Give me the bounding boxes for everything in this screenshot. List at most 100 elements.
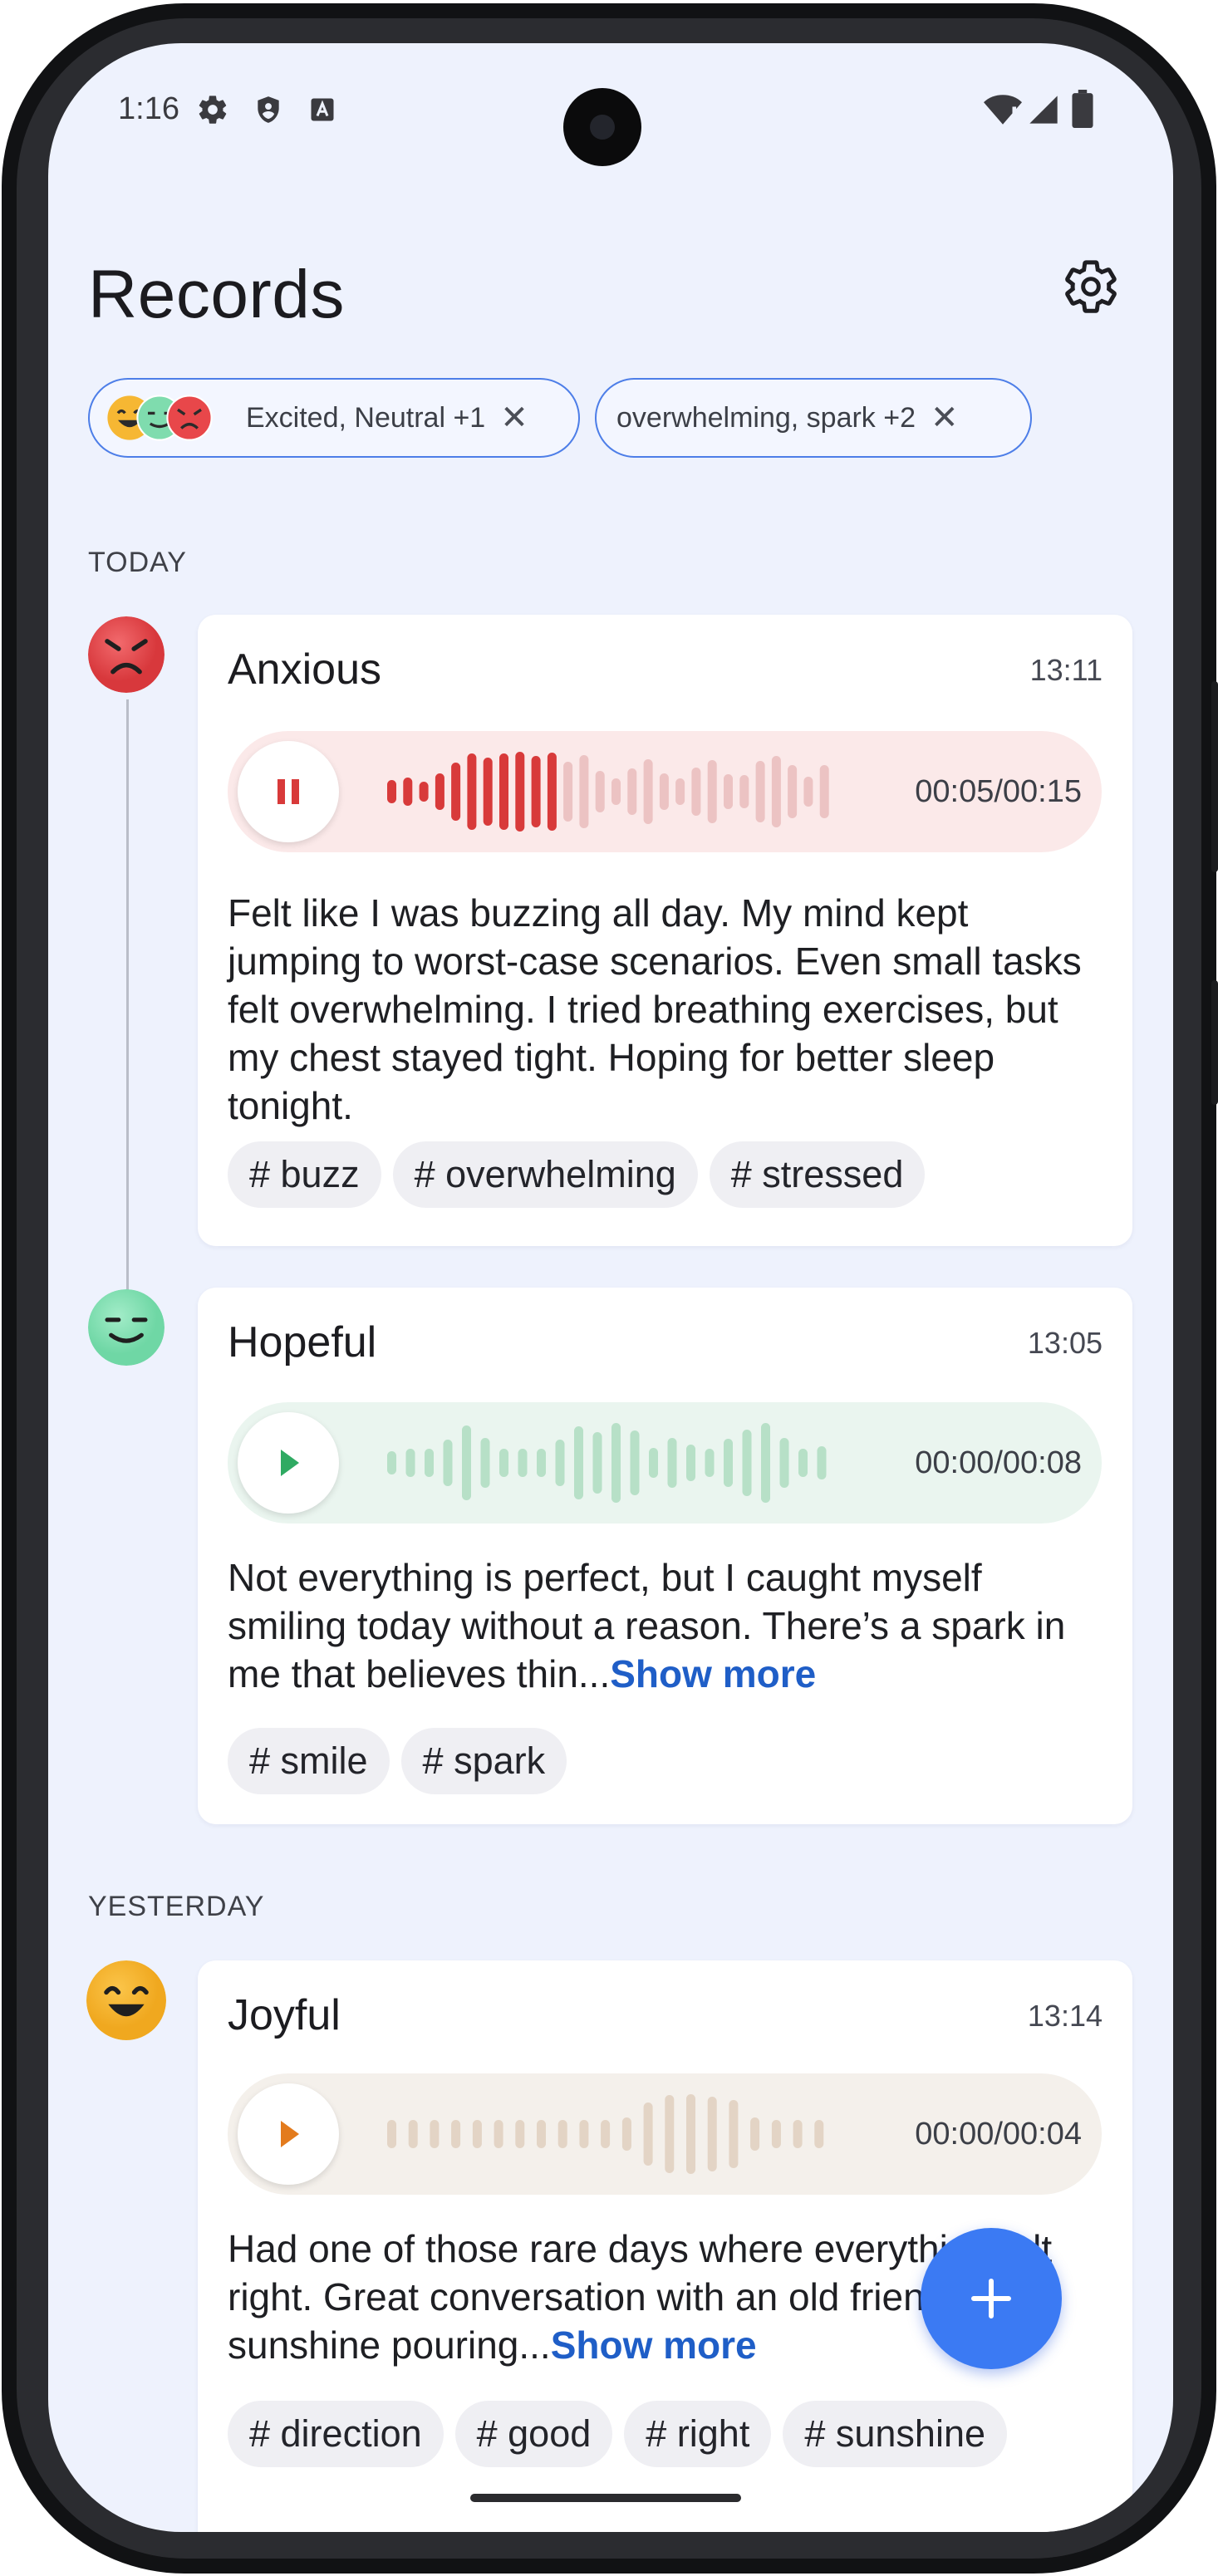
waveform-bar <box>547 753 557 831</box>
waveform-bar <box>405 1449 415 1477</box>
audio-player: 00:00/00:08 <box>228 1402 1102 1524</box>
section-yesterday-label: YESTERDAY <box>88 1891 265 1922</box>
waveform-bar <box>798 1449 808 1477</box>
waveform-bar <box>480 1438 490 1488</box>
record-text: Not everything is perfect, but I caught … <box>228 1553 1102 1698</box>
waveform-bar <box>515 752 525 832</box>
waveform-bar <box>675 778 685 805</box>
record-text-content: Felt like I was buzzing all day. My mind… <box>228 891 1082 1127</box>
waveform-bar <box>451 2120 461 2148</box>
waveform-bar <box>494 2120 503 2148</box>
volume-button <box>1211 681 1218 872</box>
playback-duration: 00:00/00:08 <box>915 1445 1082 1480</box>
play-icon <box>281 1450 299 1476</box>
waveform-bar <box>579 755 589 828</box>
waveform-bar <box>761 1423 770 1503</box>
waveform-bar <box>387 780 396 803</box>
add-record-button[interactable] <box>921 2228 1062 2369</box>
waveform-bar <box>643 2103 653 2166</box>
waveform-bar <box>595 771 605 812</box>
tag-chip[interactable]: # buzz <box>228 1141 381 1208</box>
record-card[interactable]: Hopeful 13:05 00:00/00:08 Not everything… <box>198 1288 1132 1824</box>
play-button[interactable] <box>238 1412 339 1514</box>
waveform-bar <box>779 1438 789 1488</box>
waveform-bar <box>537 2120 546 2148</box>
shield-icon <box>258 96 279 123</box>
pause-button[interactable] <box>238 741 339 842</box>
waveform-bar <box>557 2120 567 2148</box>
status-bar: 1:16 <box>48 43 1173 184</box>
record-mood-title: Joyful <box>228 1991 341 2039</box>
waveform-bar <box>803 777 813 807</box>
playback-duration: 00:05/00:15 <box>915 774 1082 809</box>
waveform-bar <box>425 1449 434 1477</box>
audio-player: 00:05/00:15 <box>228 731 1102 852</box>
signal-icon <box>1029 96 1058 124</box>
waveform-bar <box>707 2097 717 2171</box>
tag-chip[interactable]: # right <box>624 2401 772 2467</box>
mood-filter-label: Excited, Neutral +1 <box>246 401 486 434</box>
record-text: Felt like I was buzzing all day. My mind… <box>228 889 1102 1130</box>
waveform-bar <box>472 2120 482 2148</box>
waveform-bar <box>408 2120 418 2148</box>
waveform-bar <box>462 1425 471 1500</box>
mood-filter-chip[interactable]: Excited, Neutral +1 ✕ <box>88 378 580 458</box>
waveform-bar <box>387 1451 396 1474</box>
waveform-bar <box>742 1430 752 1496</box>
play-button[interactable] <box>238 2083 339 2185</box>
timeline-connector <box>126 699 129 1347</box>
playback-duration: 00:00/00:04 <box>915 2117 1082 2152</box>
tag-chip[interactable]: # smile <box>228 1728 390 1794</box>
waveform-bar <box>739 775 749 808</box>
tag-chip[interactable]: # spark <box>400 1728 567 1794</box>
section-today-label: TODAY <box>88 547 187 578</box>
waveform-bar <box>627 768 637 815</box>
status-time: 1:16 <box>118 91 179 126</box>
angry-face-icon <box>88 616 165 693</box>
close-icon[interactable]: ✕ <box>500 399 528 437</box>
waveform-bar <box>387 2120 396 2148</box>
tag-list: # buzz # overwhelming # stressed <box>228 1141 926 1208</box>
tag-chip[interactable]: # stressed <box>709 1141 926 1208</box>
waveform-bar <box>579 2120 589 2148</box>
play-icon <box>281 2121 299 2147</box>
waveform <box>387 2094 824 2174</box>
tag-list: # smile # spark <box>228 1728 567 1794</box>
waveform-bar <box>817 1446 827 1479</box>
waveform-bar <box>729 2100 739 2168</box>
waveform-bar <box>771 2120 781 2148</box>
show-more-link[interactable]: Show more <box>610 1652 816 1695</box>
waveform-bar <box>659 773 669 810</box>
waveform-bar <box>788 765 798 818</box>
record-mood-title: Anxious <box>228 645 381 694</box>
tag-chip[interactable]: # good <box>454 2401 613 2467</box>
settings-button[interactable] <box>1062 258 1120 316</box>
show-more-link[interactable]: Show more <box>551 2323 757 2367</box>
waveform-bar <box>563 762 573 822</box>
waveform-bar <box>574 1426 583 1499</box>
tag-chip[interactable]: # overwhelming <box>392 1141 698 1208</box>
waveform-bar <box>601 2120 611 2148</box>
waveform-bar <box>499 1449 508 1477</box>
waveform-bar <box>451 763 461 821</box>
tag-chip[interactable]: # sunshine <box>783 2401 1008 2467</box>
record-time: 13:05 <box>1027 1326 1103 1360</box>
waveform-bar <box>691 768 701 816</box>
a-box-icon <box>311 98 334 121</box>
record-card[interactable]: Anxious 13:11 00:05/00:15 Felt like I wa… <box>198 615 1132 1246</box>
app-screen: 1:16 Records Excited, Neutral +1 ✕ overw… <box>48 43 1173 2532</box>
waveform-bar <box>724 774 733 809</box>
plus-icon <box>971 2279 1011 2318</box>
tag-filter-chip[interactable]: overwhelming, spark +2 ✕ <box>595 378 1032 458</box>
joyful-face-icon <box>86 1960 166 2040</box>
page-title: Records <box>88 257 345 332</box>
waveform-bar <box>537 1449 546 1477</box>
tag-list: # direction # good # right # sunshine <box>228 2401 1008 2467</box>
waveform-bar <box>819 765 829 818</box>
angry-face-icon <box>166 395 213 441</box>
record-time: 13:11 <box>1029 653 1103 687</box>
close-icon[interactable]: ✕ <box>931 399 959 437</box>
waveform-bar <box>643 759 653 824</box>
audio-player: 00:00/00:04 <box>228 2073 1102 2195</box>
tag-chip[interactable]: # direction <box>228 2401 444 2467</box>
